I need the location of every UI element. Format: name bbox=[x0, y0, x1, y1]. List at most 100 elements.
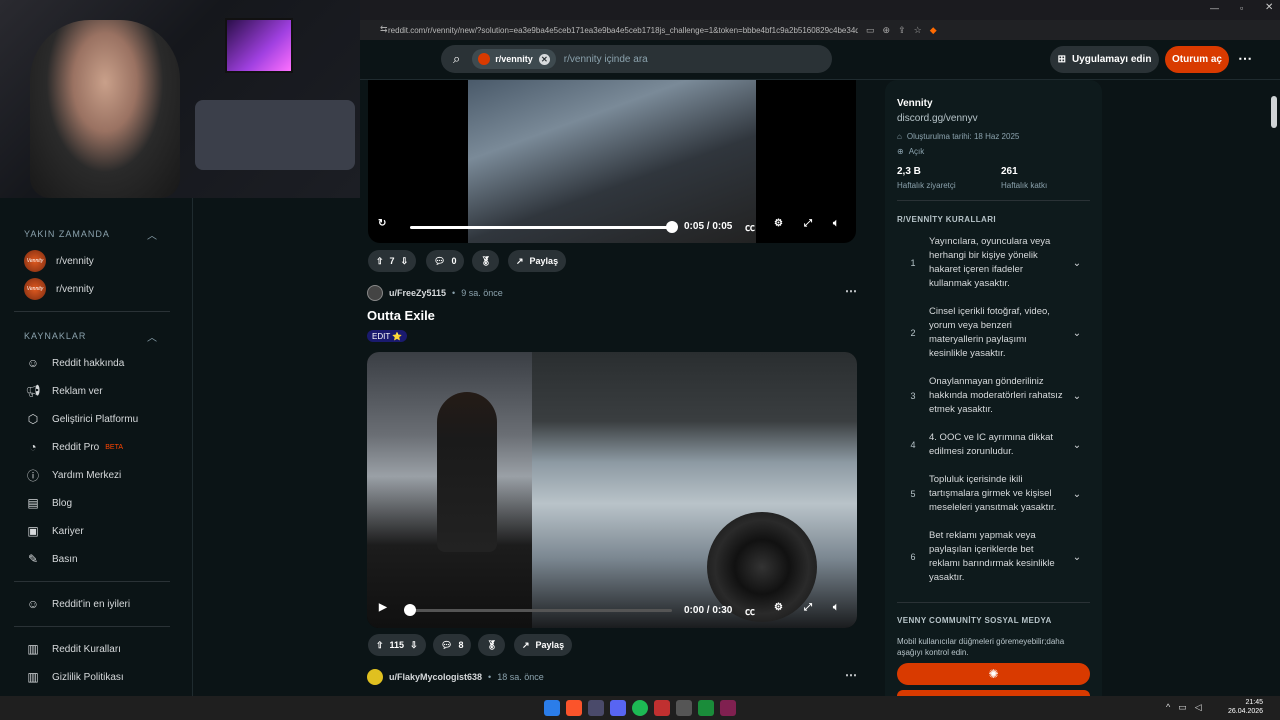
avatar[interactable] bbox=[367, 285, 383, 301]
chevron-down-icon[interactable]: ⌄ bbox=[1067, 440, 1087, 451]
zoom-icon[interactable]: ⊕ bbox=[883, 25, 891, 36]
avatar[interactable] bbox=[367, 669, 383, 685]
rule-item[interactable]: 5 Topluluk içerisinde ikili tartışmalara… bbox=[897, 473, 1090, 515]
post-title[interactable]: Outta Exile bbox=[367, 308, 435, 323]
sidebar-item-blog[interactable]: ▤ Blog bbox=[24, 494, 72, 512]
brave-icon[interactable] bbox=[566, 700, 582, 716]
rule-item[interactable]: 4 4. OOC ve IC ayrımına dikkat edilmesi … bbox=[897, 431, 1090, 459]
post-author[interactable]: u/FreeZy5115 bbox=[389, 288, 446, 298]
sidebar-item-rules[interactable]: ▥ Reddit Kuralları bbox=[24, 640, 121, 658]
chevron-up-icon[interactable]: ︿ bbox=[147, 227, 157, 242]
share-button[interactable]: ↗ Paylaş bbox=[514, 634, 573, 656]
search-bar[interactable]: ⌕ r/vennity ✕ r/vennity içinde ara bbox=[441, 45, 832, 73]
replay-icon[interactable]: ↻ bbox=[378, 218, 386, 229]
video-progress-knob[interactable] bbox=[666, 221, 678, 233]
volume-icon[interactable]: 🔈︎ bbox=[833, 602, 839, 613]
social-link-button[interactable]: ✺ bbox=[897, 663, 1090, 685]
volume-icon[interactable]: ◁ bbox=[1195, 702, 1202, 713]
url-text[interactable]: reddit.com/r/vennity/new/?solution=ea3e9… bbox=[388, 26, 858, 35]
briefcase-icon: ▣ bbox=[27, 524, 39, 538]
sidebar-item-about[interactable]: ☺ Reddit hakkında bbox=[24, 354, 124, 372]
clear-chip-icon[interactable]: ✕ bbox=[538, 53, 550, 65]
scrollbar-thumb[interactable] bbox=[1271, 96, 1277, 128]
chevron-down-icon[interactable]: ⌄ bbox=[1067, 328, 1087, 339]
network-icon[interactable]: ▭ bbox=[1178, 702, 1187, 713]
chevron-down-icon[interactable]: ⌄ bbox=[1067, 391, 1087, 402]
settings-icon[interactable]: ⚙ bbox=[774, 218, 783, 229]
spotify-icon[interactable] bbox=[632, 700, 648, 716]
discord-icon[interactable] bbox=[610, 700, 626, 716]
upvote-icon[interactable]: ⇧ bbox=[376, 640, 384, 651]
share-icon[interactable]: ⇪ bbox=[898, 25, 906, 36]
sidebar-item-careers[interactable]: ▣ Kariyer bbox=[24, 522, 83, 540]
site-info-icon[interactable]: ⇆ bbox=[380, 24, 388, 35]
brave-shield-icon[interactable]: ◆ bbox=[930, 25, 937, 36]
sidebar-item-pro[interactable]: ◔ Reddit Pro BETA bbox=[24, 438, 123, 456]
post-author[interactable]: u/FlakyMycologist638 bbox=[389, 672, 482, 682]
captions-icon[interactable]: ㏄ bbox=[745, 219, 755, 234]
captions-icon[interactable]: ㏄ bbox=[745, 603, 755, 618]
post-options-icon[interactable]: ⋯ bbox=[845, 284, 857, 298]
scrollbar[interactable] bbox=[1268, 80, 1280, 696]
settings-icon[interactable]: ⚙ bbox=[774, 602, 783, 613]
address-bar[interactable]: ⇆ reddit.com/r/vennity/new/?solution=ea3… bbox=[360, 20, 1280, 40]
sidebar-item-label: Blog bbox=[52, 497, 73, 509]
video-progress-track[interactable] bbox=[410, 609, 672, 612]
clock-date: 26.04.2026 bbox=[1228, 708, 1264, 715]
chevron-down-icon[interactable]: ⌄ bbox=[1067, 552, 1087, 563]
volume-icon[interactable]: 🔈︎ bbox=[833, 218, 839, 229]
rule-item[interactable]: 2 Cinsel içerikli fotoğraf, video, yorum… bbox=[897, 305, 1090, 361]
bookmark-icon[interactable]: ▭ bbox=[866, 25, 875, 36]
search-input[interactable]: r/vennity içinde ara bbox=[564, 54, 648, 65]
chevron-down-icon[interactable]: ⌄ bbox=[1067, 489, 1087, 500]
star-icon[interactable]: ☆ bbox=[914, 25, 922, 36]
chevron-down-icon[interactable]: ⌄ bbox=[1067, 258, 1087, 269]
obs-icon[interactable] bbox=[720, 700, 736, 716]
video-progress-knob[interactable] bbox=[404, 604, 416, 616]
post-options-icon[interactable]: ⋯ bbox=[845, 668, 857, 682]
app-icon[interactable] bbox=[698, 700, 714, 716]
rule-item[interactable]: 6 Bet reklamı yapmak veya paylaşılan içe… bbox=[897, 529, 1090, 585]
beta-badge: BETA bbox=[105, 443, 124, 451]
sidebar-item-press[interactable]: ✎ Basın bbox=[24, 550, 78, 568]
close-icon[interactable]: ✕ bbox=[1265, 2, 1273, 13]
app-icon[interactable] bbox=[654, 700, 670, 716]
sidebar-item-best-of[interactable]: ☺ Reddit'in en iyileri bbox=[24, 595, 130, 613]
app-icon[interactable] bbox=[676, 700, 692, 716]
sidebar-item-developer[interactable]: ⬡ Geliştirici Platformu bbox=[24, 410, 138, 428]
post-video-player[interactable] bbox=[367, 352, 857, 628]
sidebar-item-help[interactable]: ⓘ Yardım Merkezi bbox=[24, 466, 121, 484]
play-icon[interactable]: ▶ bbox=[379, 602, 387, 613]
fullscreen-icon[interactable]: ⤢ bbox=[804, 602, 812, 613]
chevron-up-icon[interactable]: ︿ bbox=[147, 329, 157, 344]
award-button[interactable]: 🏅︎ bbox=[478, 634, 506, 656]
rule-item[interactable]: 1 Yayıncılara, oyunculara veya herhangi … bbox=[897, 235, 1090, 291]
rule-item[interactable]: 3 Onaylanmayan gönderiliniz hakkında mod… bbox=[897, 375, 1090, 417]
chevron-up-icon[interactable]: ^ bbox=[1166, 702, 1170, 713]
comments-button[interactable]: 💬︎ 0 bbox=[426, 250, 465, 272]
recent-item[interactable]: Vennity r/vennity bbox=[24, 278, 94, 300]
search-icon: ⌕ bbox=[453, 51, 461, 66]
subreddit-chip[interactable]: r/vennity ✕ bbox=[472, 49, 556, 69]
award-button[interactable]: 🏅︎ bbox=[472, 250, 500, 272]
more-options-icon[interactable]: ⋯ bbox=[1238, 50, 1252, 67]
share-button[interactable]: ↗ Paylaş bbox=[508, 250, 567, 272]
upvote-icon[interactable]: ⇧ bbox=[376, 256, 384, 267]
sidebar-item-privacy[interactable]: ▥ Gizlilik Politikası bbox=[24, 668, 123, 686]
sidebar-item-advertise[interactable]: 📢︎ Reklam ver bbox=[24, 382, 102, 400]
login-button[interactable]: Oturum aç bbox=[1165, 46, 1229, 73]
recent-item[interactable]: Vennity r/vennity bbox=[24, 250, 94, 272]
downvote-icon[interactable]: ⇩ bbox=[410, 640, 418, 651]
fullscreen-icon[interactable]: ⤢ bbox=[804, 218, 812, 229]
post-flair[interactable]: EDIT ⭐ bbox=[367, 330, 408, 342]
downvote-icon[interactable]: ⇩ bbox=[401, 256, 409, 267]
video-progress-track[interactable] bbox=[410, 226, 672, 229]
cake-icon: ⌂ bbox=[897, 132, 902, 141]
maximize-icon[interactable]: ▫ bbox=[1240, 3, 1243, 13]
app-icon[interactable] bbox=[588, 700, 604, 716]
taskbar-clock[interactable]: 21:45 26.04.2026 bbox=[1228, 698, 1263, 716]
get-app-button[interactable]: ⊞ Uygulamayı edin bbox=[1050, 46, 1159, 73]
minimize-icon[interactable]: — bbox=[1210, 3, 1219, 13]
start-icon[interactable] bbox=[544, 700, 560, 716]
comments-button[interactable]: 💬︎ 8 bbox=[433, 634, 472, 656]
